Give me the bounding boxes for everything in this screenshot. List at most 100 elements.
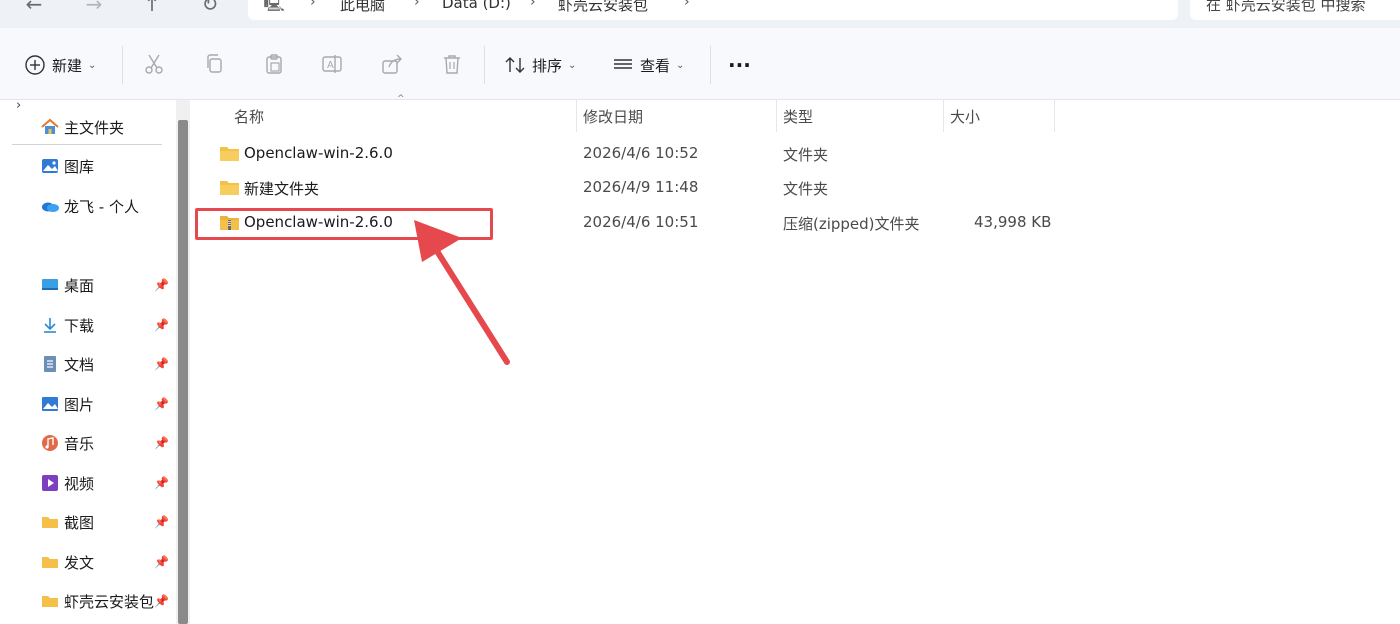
file-name: Openclaw-win-2.6.0 <box>244 144 393 162</box>
sidebar-item-label: 桌面 <box>64 276 95 295</box>
up-icon[interactable]: ↑ <box>140 0 164 18</box>
file-size: 43,998 KB <box>974 213 1052 231</box>
sidebar-item-label: 图库 <box>64 157 95 176</box>
pictures-icon <box>42 397 58 411</box>
pin-icon[interactable]: 📌 <box>154 476 169 490</box>
home-icon <box>41 118 59 134</box>
sidebar-item-downloads[interactable]: 下载 <box>40 314 94 336</box>
file-row[interactable]: Openclaw-win-2.6.0 2026/4/6 10:52 文件夹 <box>190 137 1400 171</box>
cloud-icon <box>42 202 59 212</box>
file-date: 2026/4/9 11:48 <box>583 178 699 196</box>
desktop-icon <box>42 279 58 290</box>
address-bar: ← → ↑ ↻ 🖳 › 此电脑 › Data (D:) › 虾壳云安装包 › 在… <box>0 0 1400 28</box>
column-header-type[interactable]: 类型 <box>783 106 813 127</box>
column-divider[interactable] <box>1054 100 1055 132</box>
breadcrumb-folder[interactable]: 虾壳云安装包 <box>558 0 648 15</box>
delete-icon[interactable] <box>440 52 464 76</box>
cut-icon[interactable] <box>142 52 166 76</box>
paste-icon[interactable] <box>262 52 286 76</box>
chevron-down-icon: ⌄ <box>676 59 685 71</box>
sidebar-item-desktop[interactable]: 桌面 <box>40 274 94 296</box>
copy-icon[interactable] <box>202 52 226 76</box>
toolbar-divider <box>484 46 485 84</box>
pin-icon[interactable]: 📌 <box>154 357 169 371</box>
breadcrumb-this-pc[interactable]: 此电脑 <box>340 0 385 15</box>
sort-button[interactable]: 排序 ⌄ <box>504 52 576 78</box>
breadcrumb[interactable] <box>248 0 1178 20</box>
view-button-label: 查看 <box>640 56 671 75</box>
toolbar-divider <box>122 46 123 84</box>
view-button[interactable]: 查看 ⌄ <box>612 52 684 78</box>
sidebar-item-posts[interactable]: 发文 <box>40 551 94 573</box>
gallery-icon <box>42 159 58 173</box>
toolbar-divider <box>710 46 711 84</box>
music-icon <box>42 435 58 451</box>
pin-icon[interactable]: 📌 <box>154 278 169 292</box>
back-icon[interactable]: ← <box>22 0 46 18</box>
pin-icon[interactable]: 📌 <box>154 594 169 608</box>
sidebar-item-label: 发文 <box>64 553 95 572</box>
sidebar-scrollbar-thumb[interactable] <box>178 120 188 624</box>
sidebar-item-label: 下载 <box>64 316 95 335</box>
share-icon[interactable] <box>380 52 404 76</box>
file-type: 压缩(zipped)文件夹 <box>783 215 920 233</box>
breadcrumb-separator-icon[interactable]: › <box>310 0 316 10</box>
chevron-right-icon[interactable]: › <box>16 98 21 113</box>
folder-icon <box>220 181 239 195</box>
breadcrumb-separator-icon[interactable]: › <box>530 0 536 10</box>
pin-icon[interactable]: 📌 <box>154 318 169 332</box>
sort-button-label: 排序 <box>532 56 563 75</box>
sidebar-item-videos[interactable]: 视频 <box>40 472 94 494</box>
file-date: 2026/4/6 10:52 <box>583 144 699 162</box>
pin-icon[interactable]: 📌 <box>154 555 169 569</box>
folder-icon <box>42 557 58 568</box>
new-button[interactable]: 新建 ⌄ <box>24 52 96 78</box>
sidebar-item-music[interactable]: 音乐 <box>40 432 94 454</box>
pin-icon[interactable]: 📌 <box>154 436 169 450</box>
sidebar-item-installer-folder[interactable]: 虾壳云安装包 <box>40 590 154 612</box>
view-list-icon <box>614 59 632 69</box>
file-type: 文件夹 <box>783 146 829 164</box>
command-bar: 新建 ⌄ A 排序 ⌄ 查看 ⌄ ··· <box>0 28 1400 100</box>
search-placeholder: 在 虾壳云安装包 中搜索 <box>1206 0 1366 14</box>
sidebar-item-gallery[interactable]: 图库 <box>40 155 94 177</box>
sidebar-item-label: 截图 <box>64 513 95 532</box>
folder-icon <box>220 147 239 161</box>
sidebar-item-label: 龙飞 - 个人 <box>64 197 139 216</box>
sidebar-item-documents[interactable]: 文档 <box>40 353 94 375</box>
sidebar-item-onedrive[interactable]: 龙飞 - 个人 <box>40 195 139 217</box>
sort-icon <box>505 57 525 73</box>
column-header-name[interactable]: 名称 <box>234 106 264 127</box>
column-header-date[interactable]: 修改日期 <box>583 106 643 127</box>
breadcrumb-separator-icon[interactable]: › <box>684 0 690 10</box>
sidebar-item-pictures[interactable]: 图片 <box>40 393 94 415</box>
rename-icon[interactable]: A <box>320 52 344 76</box>
refresh-icon[interactable]: ↻ <box>198 0 222 18</box>
column-divider[interactable] <box>943 100 944 132</box>
sidebar-item-label: 主文件夹 <box>64 118 125 137</box>
chevron-down-icon: ⌄ <box>88 59 97 71</box>
video-icon <box>42 475 58 491</box>
pin-icon[interactable]: 📌 <box>154 515 169 529</box>
svg-text:A: A <box>327 60 334 71</box>
pin-icon[interactable]: 📌 <box>154 397 169 411</box>
breadcrumb-drive[interactable]: Data (D:) <box>442 0 511 12</box>
plus-circle-icon <box>25 55 45 75</box>
chevron-down-icon: ⌄ <box>568 59 577 71</box>
sidebar-item-home[interactable]: 主文件夹 <box>40 116 124 138</box>
download-icon <box>44 318 56 333</box>
file-name: 新建文件夹 <box>244 180 320 198</box>
more-options-button[interactable]: ··· <box>728 52 751 78</box>
file-row[interactable]: 新建文件夹 2026/4/9 11:48 文件夹 <box>190 171 1400 205</box>
breadcrumb-separator-icon[interactable]: › <box>414 0 420 10</box>
more-icon: ··· <box>728 53 751 77</box>
sidebar-item-label: 图片 <box>64 395 95 414</box>
sidebar-divider <box>12 144 162 145</box>
forward-icon[interactable]: → <box>82 0 106 18</box>
folder-icon <box>42 596 58 607</box>
this-pc-icon: 🖳 <box>263 0 285 13</box>
sidebar-item-screenshots[interactable]: 截图 <box>40 511 94 533</box>
column-header-size[interactable]: 大小 <box>950 106 980 127</box>
column-divider[interactable] <box>776 100 777 132</box>
column-divider[interactable] <box>576 100 577 132</box>
